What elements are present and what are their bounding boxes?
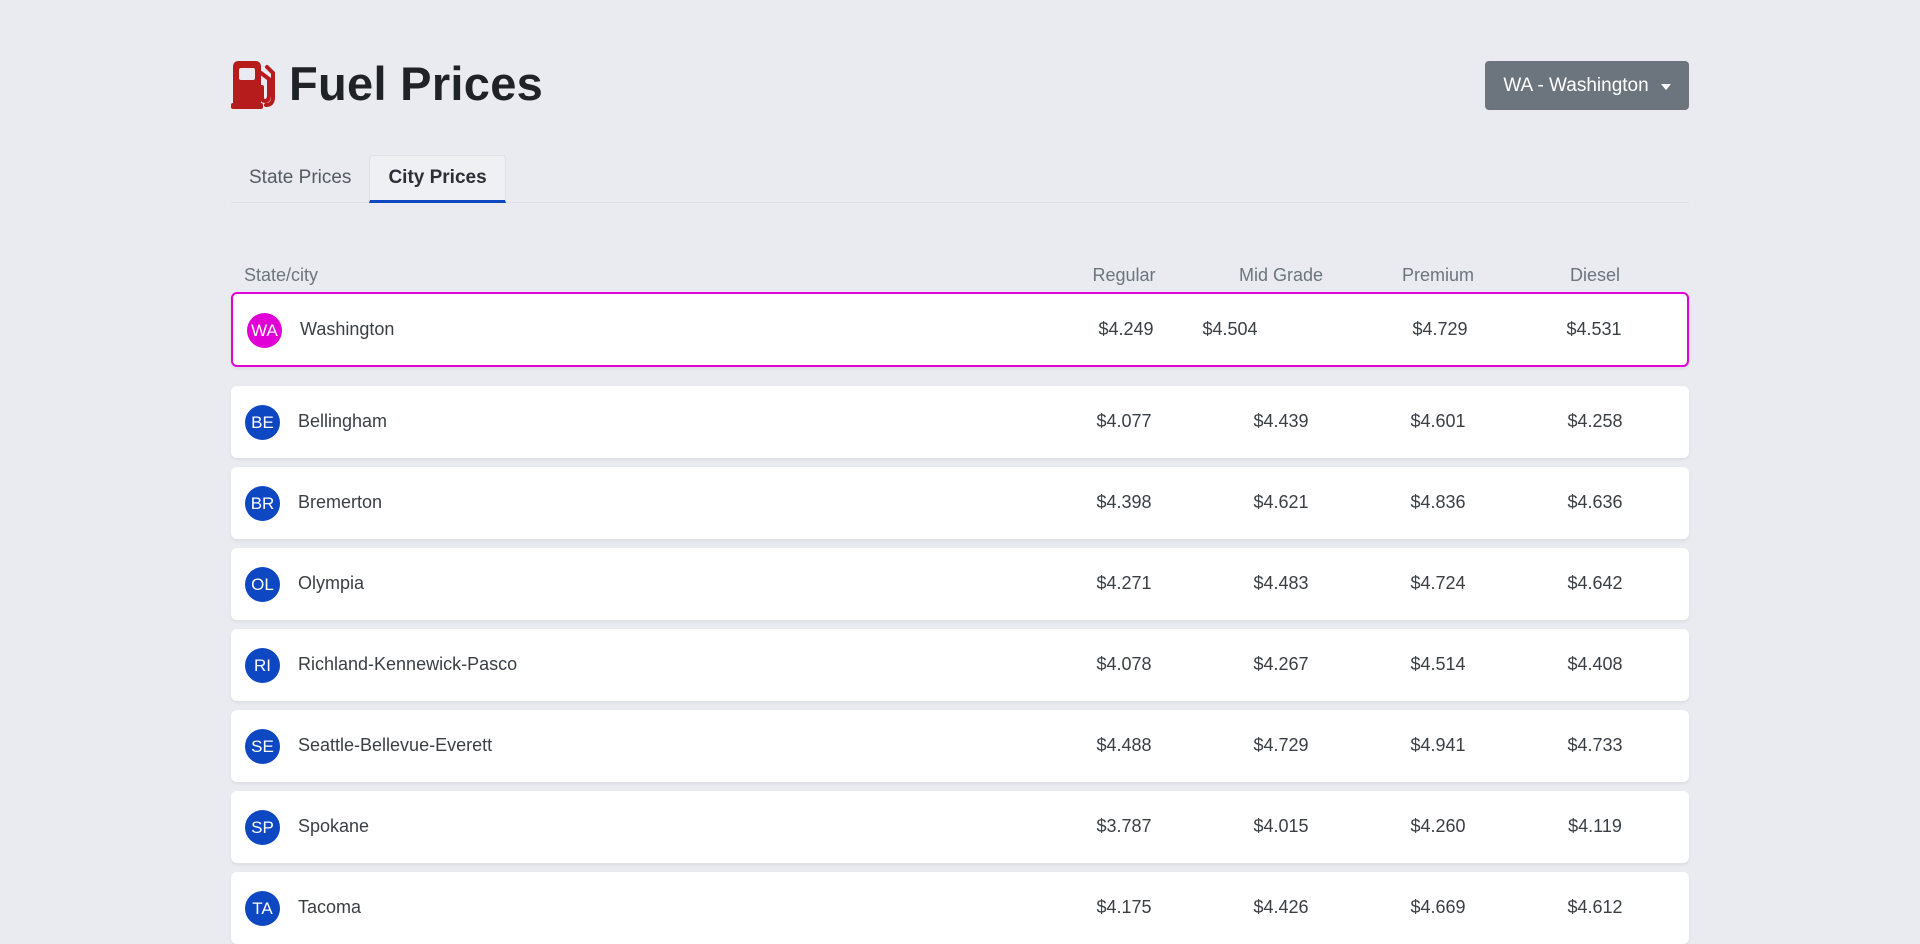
table-row[interactable]: OL Olympia $4.271 $4.483 $4.724 $4.642: [231, 548, 1689, 620]
price-mid-grade: $4.621: [1253, 492, 1309, 512]
avatar: TA: [245, 891, 280, 926]
price-regular: $3.787: [1096, 816, 1152, 836]
table-header: State/city Regular Mid Grade Premium Die…: [231, 265, 1689, 295]
price-regular: $4.078: [1096, 654, 1152, 674]
avatar: SE: [245, 729, 280, 764]
avatar: BE: [245, 405, 280, 440]
price-mid-grade: $4.426: [1253, 897, 1309, 917]
row-name: Seattle-Bellevue-Everett: [298, 735, 493, 755]
state-dropdown-button[interactable]: WA - Washington: [1485, 61, 1689, 110]
column-header-diesel: Diesel: [1569, 265, 1621, 285]
row-name: Bremerton: [298, 492, 383, 512]
tab-city-prices[interactable]: City Prices: [369, 155, 506, 203]
column-header-mid-grade: Mid Grade: [1238, 265, 1324, 285]
row-name: Olympia: [298, 573, 365, 593]
state-row[interactable]: WA Washington $4.249 $4.504 $4.729 $4.53…: [231, 292, 1689, 367]
price-regular: $4.175: [1096, 897, 1152, 917]
table-row[interactable]: BE Bellingham $4.077 $4.439 $4.601 $4.25…: [231, 386, 1689, 458]
price-mid-grade: $4.267: [1253, 654, 1309, 674]
price-mid-grade: $4.483: [1253, 573, 1309, 593]
price-premium: $4.514: [1410, 654, 1466, 674]
price-diesel: $4.612: [1567, 897, 1623, 917]
price-diesel: $4.733: [1567, 735, 1623, 755]
column-header-premium: Premium: [1401, 265, 1474, 285]
price-mid-grade: $4.015: [1253, 816, 1309, 836]
caret-down-icon: [1660, 83, 1671, 90]
price-diesel: $4.636: [1567, 492, 1623, 512]
state-dropdown-label: WA - Washington: [1503, 74, 1649, 96]
table-row[interactable]: BR Bremerton $4.398 $4.621 $4.836 $4.636: [231, 467, 1689, 539]
row-name: Richland-Kennewick-Pasco: [298, 654, 518, 674]
column-header-state-city: State/city: [244, 265, 319, 285]
price-mid-grade: $4.504: [1202, 319, 1258, 339]
row-name: Bellingham: [298, 411, 388, 431]
avatar: WA: [247, 313, 282, 348]
price-premium: $4.729: [1412, 319, 1468, 339]
table-row[interactable]: RI Richland-Kennewick-Pasco $4.078 $4.26…: [231, 629, 1689, 701]
price-regular: $4.077: [1096, 411, 1152, 431]
price-regular: $4.488: [1096, 735, 1152, 755]
table-row[interactable]: TA Tacoma $4.175 $4.426 $4.669 $4.612: [231, 872, 1689, 944]
price-regular: $4.271: [1096, 573, 1152, 593]
row-name: Washington: [300, 319, 395, 339]
price-mid-grade: $4.439: [1253, 411, 1309, 431]
page-header: Fuel Prices WA - Washington: [231, 0, 1689, 135]
price-diesel: $4.408: [1567, 654, 1623, 674]
title-wrap: Fuel Prices: [231, 56, 543, 111]
price-diesel: $4.531: [1566, 319, 1622, 339]
price-premium: $4.724: [1410, 573, 1466, 593]
price-diesel: $4.642: [1567, 573, 1623, 593]
fuel-pump-icon: [231, 60, 275, 109]
column-header-regular: Regular: [1092, 265, 1156, 285]
table-row[interactable]: SE Seattle-Bellevue-Everett $4.488 $4.72…: [231, 710, 1689, 782]
tab-bar: State Prices City Prices: [231, 144, 1689, 203]
avatar: OL: [245, 567, 280, 602]
page-title: Fuel Prices: [289, 57, 544, 110]
tab-state-prices[interactable]: State Prices: [231, 154, 369, 202]
price-premium: $4.260: [1410, 816, 1466, 836]
avatar: BR: [245, 486, 280, 521]
price-regular: $4.398: [1096, 492, 1152, 512]
table-row[interactable]: SP Spokane $3.787 $4.015 $4.260 $4.119: [231, 791, 1689, 863]
price-diesel: $4.119: [1568, 816, 1622, 836]
price-premium: $4.601: [1410, 411, 1466, 431]
price-premium: $4.669: [1410, 897, 1466, 917]
price-regular: $4.249: [1098, 319, 1154, 339]
avatar: SP: [245, 810, 280, 845]
price-mid-grade: $4.729: [1253, 735, 1309, 755]
price-premium: $4.941: [1410, 735, 1466, 755]
avatar: RI: [245, 648, 280, 683]
row-name: Tacoma: [298, 897, 362, 917]
page-container: Fuel Prices WA - Washington State Prices…: [231, 0, 1689, 944]
price-premium: $4.836: [1410, 492, 1466, 512]
row-name: Spokane: [298, 816, 370, 836]
price-diesel: $4.258: [1567, 411, 1623, 431]
